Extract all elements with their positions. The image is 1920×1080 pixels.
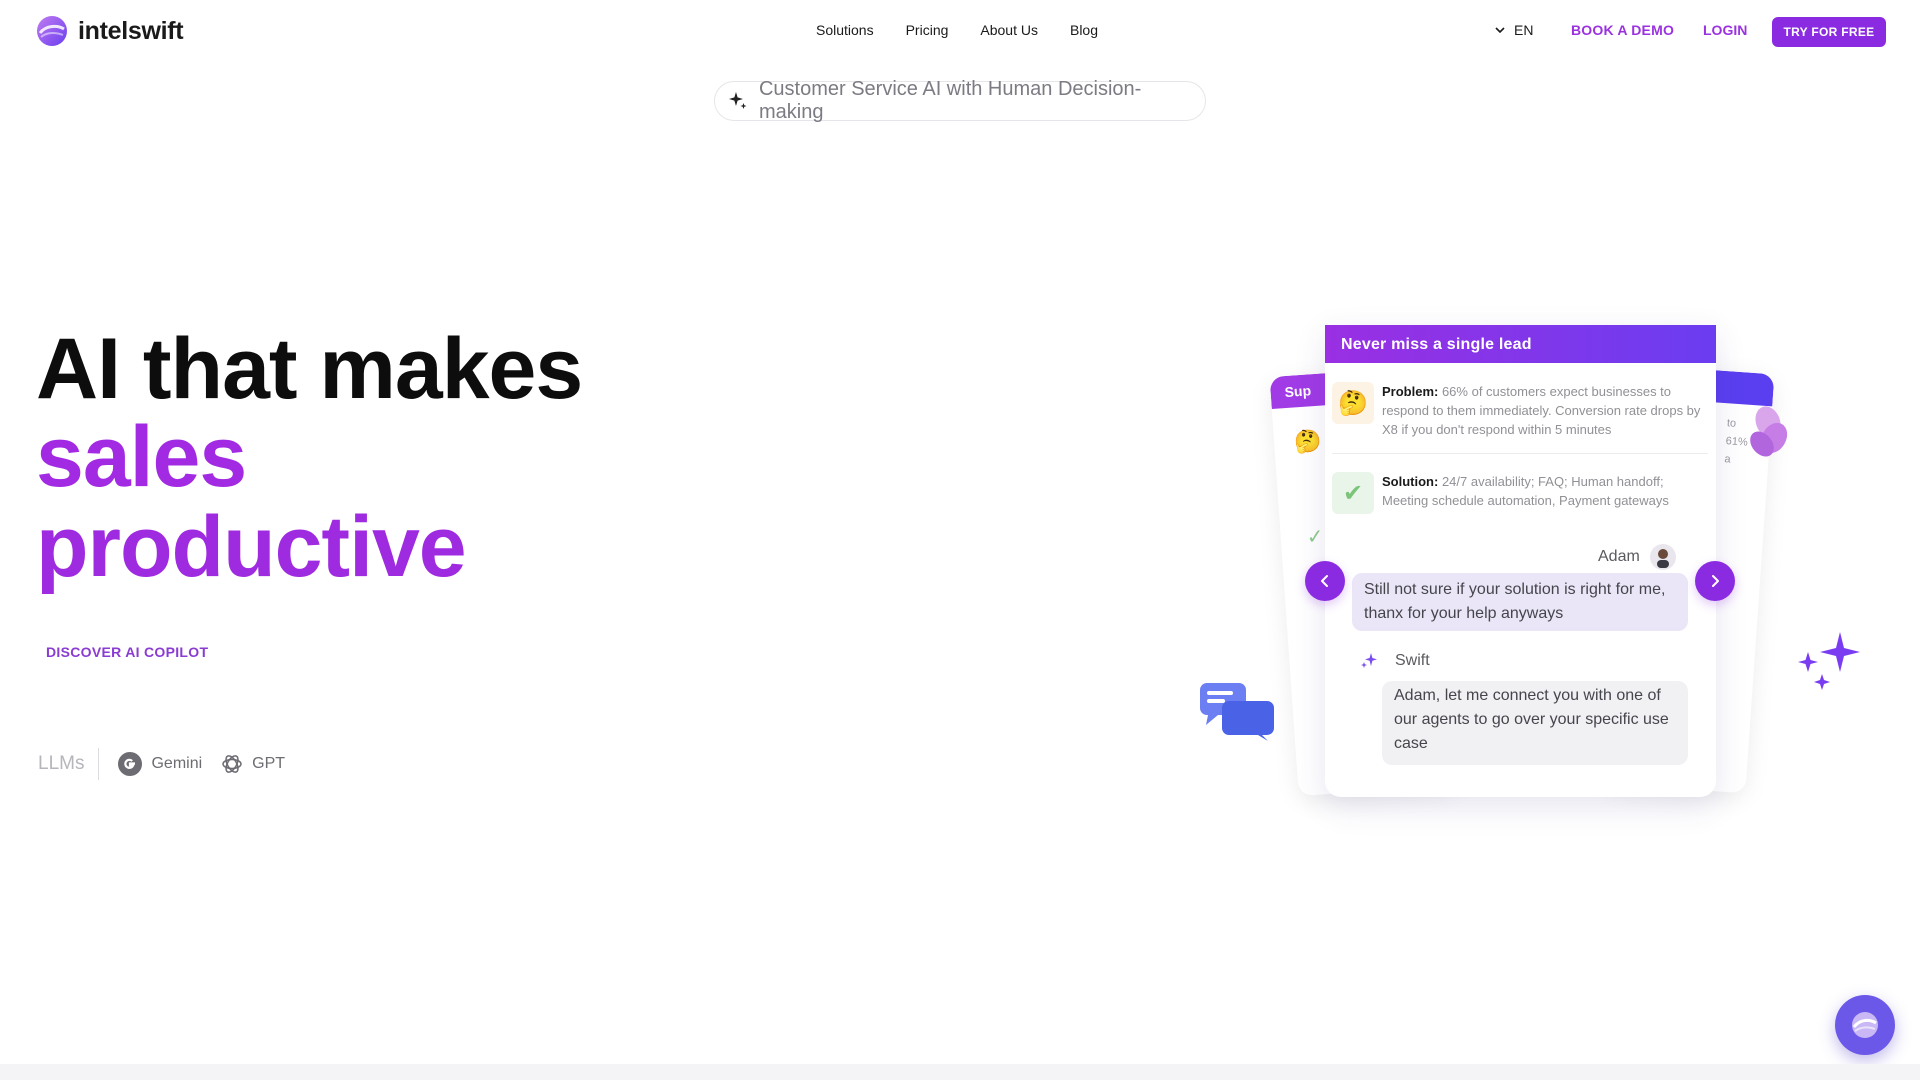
solution-row: ✔ Solution: 24/7 availability; FAQ; Huma… <box>1332 472 1702 514</box>
llms-divider <box>98 748 100 780</box>
solution-label: Solution: <box>1382 474 1439 489</box>
check-icon: ✓ <box>1306 525 1325 549</box>
hero-title-line-2: sales <box>36 409 247 505</box>
chat-widget-button[interactable] <box>1835 995 1895 1055</box>
nav-about-us[interactable]: About Us <box>980 22 1038 38</box>
problem-text: Problem: 66% of customers expect busines… <box>1382 382 1702 439</box>
llm-gemini: Gemini <box>117 751 202 777</box>
petal-logo-icon <box>1750 406 1788 457</box>
llm-gpt: GPT <box>220 752 285 776</box>
back-card-fragment: a <box>1724 453 1731 466</box>
site-header: intelswift Solutions Pricing About Us Bl… <box>0 0 1920 64</box>
login-link[interactable]: LOGIN <box>1703 22 1747 38</box>
sparkle-icon <box>728 92 747 109</box>
hero-title-line-1: AI that makes <box>36 321 583 417</box>
sparkle-bot-icon <box>1361 653 1377 668</box>
tagline-pill: Customer Service AI with Human Decision-… <box>714 78 1206 123</box>
user-header: Adam <box>1598 544 1676 570</box>
language-selector[interactable]: EN <box>1494 22 1533 38</box>
hero-title-line-3: productive <box>36 499 467 595</box>
chevron-right-icon <box>1712 575 1719 587</box>
openai-icon <box>222 755 242 773</box>
user-message-bubble: Still not sure if your solution is right… <box>1352 573 1688 631</box>
llms-label: LLMs <box>38 753 85 774</box>
problem-row: 🤔 Problem: 66% of customers expect busin… <box>1332 382 1702 439</box>
footer-strip <box>0 1064 1920 1080</box>
google-icon <box>118 752 143 776</box>
brand-logo[interactable]: intelswift <box>34 13 184 49</box>
llm-gpt-label: GPT <box>252 755 286 772</box>
thinking-face-icon: 🤔 <box>1332 382 1374 424</box>
carousel-next-button[interactable] <box>1695 561 1735 601</box>
nav-blog[interactable]: Blog <box>1070 22 1098 38</box>
chevron-down-icon <box>1495 27 1505 34</box>
discover-ai-copilot-link[interactable]: DISCOVER AI COPILOT <box>46 644 208 660</box>
user-name: Adam <box>1598 548 1640 565</box>
chat-bubbles-icon <box>1200 683 1274 741</box>
nav-solutions[interactable]: Solutions <box>816 22 874 38</box>
tagline-text: Customer Service AI with Human Decision-… <box>758 78 1142 123</box>
book-demo-link[interactable]: BOOK A DEMO <box>1571 22 1674 38</box>
try-for-free-button[interactable]: TRY FOR FREE <box>1772 17 1886 47</box>
back-card-fragment: to <box>1726 417 1737 430</box>
lead-card: Never miss a single lead 🤔 Problem: 66% … <box>1325 325 1716 797</box>
bot-header: Swift <box>1359 651 1430 671</box>
problem-label: Problem: <box>1382 384 1439 399</box>
language-label: EN <box>1514 22 1534 38</box>
brand-name: intelswift <box>78 16 184 45</box>
brand-logo-icon <box>37 16 67 46</box>
user-avatar <box>1649 544 1676 570</box>
check-mark-icon: ✔ <box>1332 472 1374 514</box>
carousel-prev-button[interactable] <box>1305 561 1345 601</box>
llm-gemini-label: Gemini <box>151 755 203 772</box>
chat-widget-icon <box>1852 1012 1878 1038</box>
solution-text: Solution: 24/7 availability; FAQ; Human … <box>1382 472 1702 514</box>
card-divider <box>1332 453 1708 454</box>
thinking-emoji-icon: 🤔 <box>1293 427 1323 455</box>
bot-message-bubble: Adam, let me connect you with one of our… <box>1382 681 1688 765</box>
nav-pricing[interactable]: Pricing <box>906 22 949 38</box>
bot-name: Swift <box>1395 652 1430 669</box>
chevron-left-icon <box>1321 575 1328 587</box>
lead-card-title: Never miss a single lead <box>1325 325 1716 363</box>
sparkle-stars-icon <box>1798 632 1860 690</box>
main-nav: Solutions Pricing About Us Blog <box>816 22 1098 38</box>
llms-row: LLMs Gemini GPT <box>38 748 303 780</box>
